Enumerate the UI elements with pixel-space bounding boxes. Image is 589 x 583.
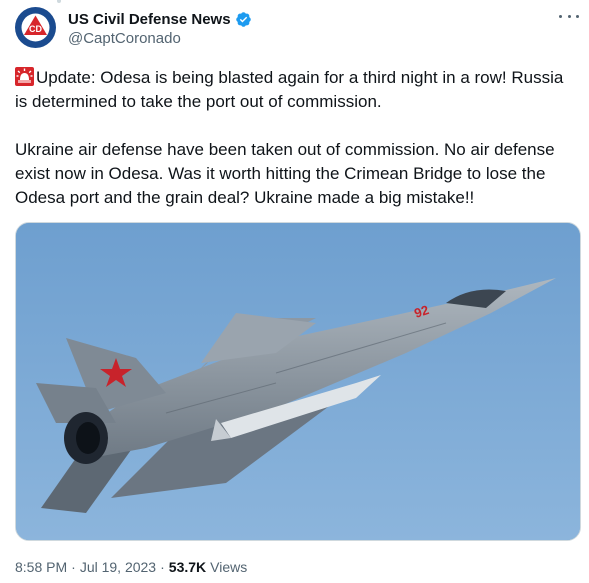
civil-defense-logo-icon: CD <box>15 7 56 48</box>
display-name[interactable]: US Civil Defense News <box>68 11 231 28</box>
tweet-media-image[interactable]: 92 <box>15 222 581 541</box>
previous-thread-line <box>57 0 69 3</box>
tweet-text: Update: Odesa is being blasted again for… <box>15 66 580 210</box>
tweet-time[interactable]: 8:58 PM <box>15 559 67 575</box>
views-count[interactable]: 53.7K <box>169 559 206 575</box>
tweet-paragraph-1-text: Update: Odesa is being blasted again for… <box>15 68 564 111</box>
name-row: US Civil Defense News <box>68 9 549 29</box>
avatar[interactable]: CD <box>15 7 56 48</box>
tweet-meta: 8:58 PM · Jul 19, 2023 · 53.7K Views <box>15 559 247 575</box>
meta-separator: · <box>71 559 76 575</box>
tweet-paragraph-1: Update: Odesa is being blasted again for… <box>15 66 580 114</box>
more-options-icon[interactable] <box>559 10 579 22</box>
avatar-text: CD <box>29 24 42 34</box>
user-handle[interactable]: @CaptCoronado <box>68 30 549 47</box>
meta-separator: · <box>160 559 165 575</box>
tweet-header: US Civil Defense News @CaptCoronado <box>68 9 549 47</box>
views-label: Views <box>210 559 248 575</box>
tweet-paragraph-2: Ukraine air defense have been taken out … <box>15 140 555 207</box>
verified-badge-icon <box>235 11 252 28</box>
fighter-jet-image: 92 <box>16 223 580 540</box>
siren-icon <box>15 67 34 86</box>
tweet-date[interactable]: Jul 19, 2023 <box>80 559 156 575</box>
